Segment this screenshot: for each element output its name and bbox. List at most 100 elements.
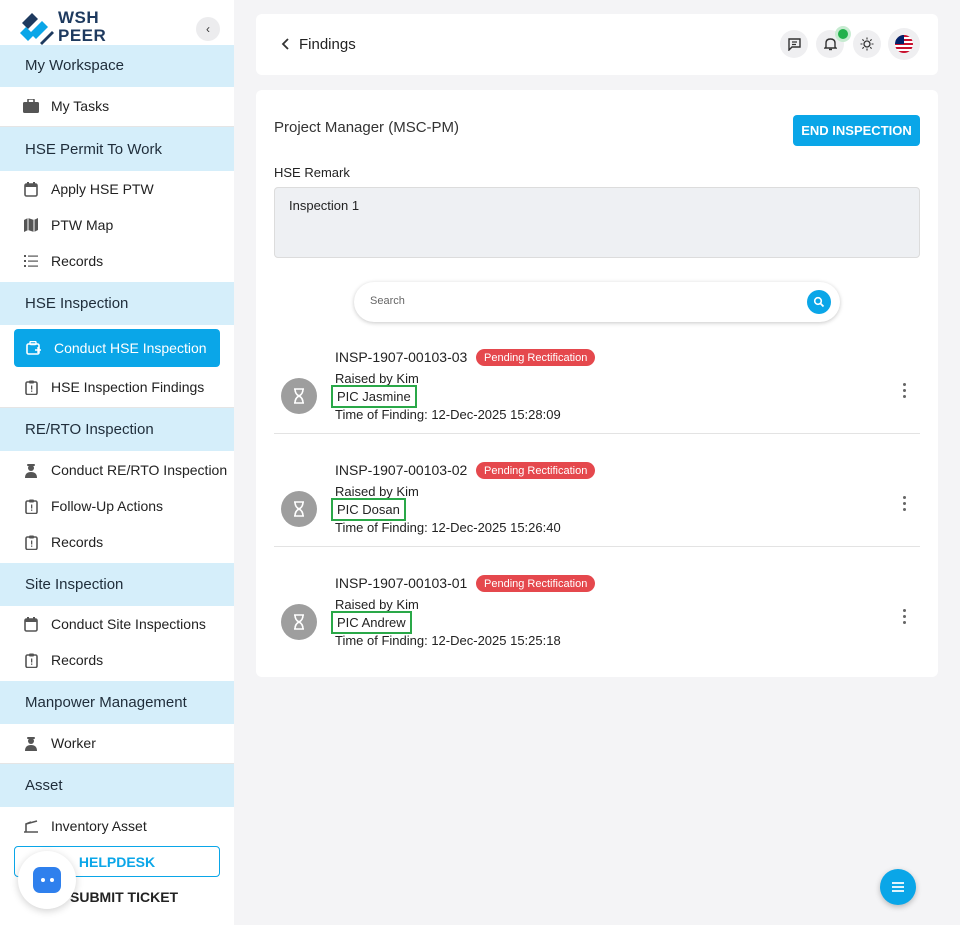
raised-by: Raised by Kim (335, 597, 419, 612)
more-options-icon[interactable] (896, 380, 912, 400)
section-label: My Workspace (25, 56, 124, 74)
clipboard-alert-icon (23, 498, 39, 514)
logo-line-2: PEER (58, 26, 107, 45)
sidebar-item-label: HSE Inspection Findings (51, 379, 205, 395)
time-of-finding: Time of Finding: 12-Dec-2025 15:28:09 (335, 407, 561, 422)
sidebar-item-label: My Tasks (51, 98, 110, 114)
chat-bubble-icon (33, 867, 61, 893)
inspection-panel: Project Manager (MSC-PM) END INSPECTION … (256, 90, 938, 677)
sidebar-item-records-site[interactable]: Records (0, 642, 234, 678)
sidebar-item-label: Worker (51, 735, 96, 751)
section-asset: Asset (0, 764, 234, 807)
section-site-inspection: Site Inspection (0, 563, 234, 606)
divider (274, 546, 920, 547)
section-re-rto-inspection: RE/RTO Inspection (0, 408, 234, 451)
more-options-icon[interactable] (896, 606, 912, 626)
bell-icon (823, 38, 837, 51)
map-icon (23, 217, 39, 233)
chat-button[interactable] (780, 30, 808, 58)
online-status-indicator (835, 26, 851, 42)
menu-fab-button[interactable] (880, 869, 916, 905)
more-options-icon[interactable] (896, 493, 912, 513)
section-label: RE/RTO Inspection (25, 421, 154, 438)
search-input[interactable]: Search (370, 295, 405, 307)
section-label: Asset (25, 777, 63, 794)
page-header: Findings (256, 14, 938, 75)
sidebar-item-worker[interactable]: Worker (0, 725, 234, 761)
logo-mark-icon (20, 13, 54, 45)
collapse-sidebar-button[interactable]: ‹ (196, 17, 220, 41)
page-title: Findings (299, 36, 356, 53)
sidebar-item-records-ptw[interactable]: Records (0, 243, 234, 279)
sidebar-item-records-re-rto[interactable]: Records (0, 524, 234, 560)
sidebar-item-label: Inventory Asset (51, 818, 147, 834)
person-in-charge: PIC Andrew (331, 611, 412, 634)
wsh-peer-logo[interactable]: WSH PEER (18, 8, 106, 48)
raised-by: Raised by Kim (335, 484, 419, 499)
status-badge: Pending Rectification (476, 349, 596, 366)
hse-remark-label: HSE Remark (274, 165, 350, 180)
hamburger-menu-icon (892, 882, 904, 892)
search-bar[interactable]: Search (354, 282, 840, 322)
raised-by: Raised by Kim (335, 371, 419, 386)
finding-item[interactable]: INSP-1907-00103-02 Pending Rectification… (274, 453, 920, 566)
section-label: HSE Permit To Work (25, 140, 162, 158)
worker-icon (23, 735, 39, 751)
logo-text: WSH PEER (58, 9, 106, 45)
search-button[interactable] (807, 290, 831, 314)
finding-item[interactable]: INSP-1907-00103-03 Pending Rectification… (274, 340, 920, 453)
hourglass-icon (281, 491, 317, 527)
chevron-left-icon: ‹ (206, 22, 210, 36)
sidebar: WSH PEER ‹ My Workspace My Tasks HSE Per… (0, 0, 234, 925)
calendar-icon (23, 616, 39, 632)
sidebar-item-ptw-map[interactable]: PTW Map (0, 207, 234, 243)
sidebar-item-label: Records (51, 534, 104, 550)
sidebar-item-hse-inspection-findings[interactable]: HSE Inspection Findings (0, 369, 234, 405)
section-hse-inspection: HSE Inspection (0, 282, 234, 325)
sidebar-item-label: Conduct Site Inspections (51, 616, 206, 632)
inspection-icon (26, 340, 42, 356)
time-of-finding: Time of Finding: 12-Dec-2025 15:26:40 (335, 520, 561, 535)
clipboard-alert-icon (23, 534, 39, 550)
section-label: HSE Inspection (25, 295, 129, 312)
section-manpower-management: Manpower Management (0, 681, 234, 724)
sun-icon (860, 37, 874, 51)
us-flag-icon (895, 35, 913, 53)
sidebar-item-conduct-site-inspections[interactable]: Conduct Site Inspections (0, 606, 234, 642)
search-icon (813, 296, 825, 308)
back-button[interactable] (278, 35, 292, 53)
chevron-left-icon (281, 38, 289, 50)
sidebar-item-apply-hse-ptw[interactable]: Apply HSE PTW (0, 171, 234, 207)
hourglass-icon (281, 604, 317, 640)
finding-id: INSP-1907-00103-02 (335, 462, 468, 478)
sidebar-item-inventory-asset[interactable]: Inventory Asset (0, 808, 234, 844)
end-inspection-button[interactable]: END INSPECTION (793, 115, 920, 146)
hourglass-icon (281, 378, 317, 414)
sidebar-item-conduct-hse-inspection[interactable]: Conduct HSE Inspection (14, 329, 220, 367)
sidebar-item-label: Records (51, 652, 104, 668)
engineer-icon (23, 462, 39, 478)
finding-id: INSP-1907-00103-03 (335, 349, 468, 365)
language-button[interactable] (888, 28, 920, 60)
hse-remark-textarea[interactable]: Inspection 1 (274, 187, 920, 258)
sidebar-item-label: Conduct RE/RTO Inspection (51, 462, 228, 478)
sidebar-item-follow-up-actions[interactable]: Follow-Up Actions (0, 488, 234, 524)
clipboard-alert-icon (23, 379, 39, 395)
status-badge: Pending Rectification (476, 462, 596, 479)
chat-support-button[interactable] (18, 851, 76, 909)
section-hse-permit-to-work: HSE Permit To Work (0, 127, 234, 171)
sidebar-item-label: PTW Map (51, 217, 114, 233)
sidebar-item-conduct-re-rto-inspection[interactable]: Conduct RE/RTO Inspection (0, 452, 234, 488)
list-icon (23, 253, 39, 269)
theme-toggle-button[interactable] (853, 30, 881, 58)
sidebar-item-label: Follow-Up Actions (51, 498, 164, 514)
sidebar-item-my-tasks[interactable]: My Tasks (0, 88, 234, 124)
inspector-role-title: Project Manager (MSC-PM) (274, 119, 460, 136)
submit-ticket-link[interactable]: SUBMIT TICKET (70, 889, 178, 905)
message-icon (787, 37, 801, 51)
status-badge: Pending Rectification (476, 575, 596, 592)
finding-item[interactable]: INSP-1907-00103-01 Pending Rectification… (274, 566, 920, 679)
logo-line-1: WSH (58, 8, 100, 27)
divider (274, 433, 920, 434)
person-in-charge: PIC Dosan (331, 498, 406, 521)
